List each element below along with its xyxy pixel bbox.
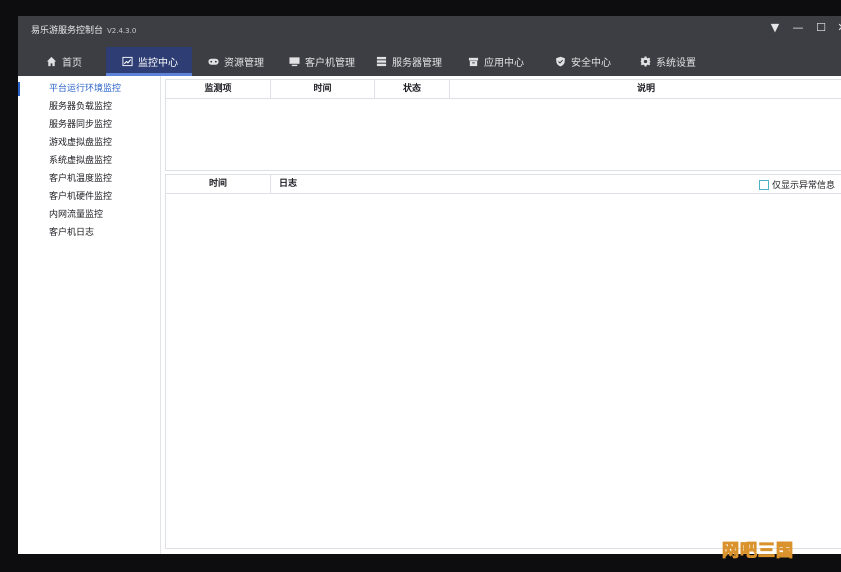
shield-icon (556, 56, 565, 67)
tab-app-center[interactable]: 应用中心 (468, 47, 524, 76)
monitor-icon (289, 57, 300, 67)
column-header-log[interactable]: 日志 (271, 175, 571, 193)
box-icon (468, 57, 479, 67)
tab-security-center-label: 安全中心 (571, 58, 611, 69)
abnormal-only-filter[interactable]: 仅显示异常信息 (758, 178, 835, 191)
monitor-table-header: 监测项 时间 状态 说明 (166, 80, 841, 99)
app-version: V2.4.3.0 (107, 27, 137, 35)
tab-app-center-label: 应用中心 (484, 58, 524, 69)
abnormal-only-label: 仅显示异常信息 (771, 181, 835, 191)
tab-resource-management-label: 资源管理 (224, 58, 264, 69)
gear-icon (640, 56, 651, 67)
log-table-header: 时间 日志 仅显示异常信息 (166, 175, 841, 194)
column-header-status[interactable]: 状态 (375, 80, 450, 98)
tab-home[interactable]: 首页 (46, 47, 82, 76)
maximize-button[interactable]: ☐ (814, 21, 828, 35)
close-button[interactable]: ✕ (835, 21, 841, 35)
main-nav: 首页 监控中心 资源管理 客户机管理 服务器管理 应用中心 安全中心 系统设置 (18, 47, 841, 76)
tab-security-center[interactable]: 安全中心 (555, 47, 611, 76)
sidebar-item-lan-traffic[interactable]: 内网流量监控 (18, 206, 161, 224)
gamepad-icon (208, 58, 219, 65)
menu-dropdown-icon[interactable]: ▼ (768, 21, 782, 35)
sidebar-item-server-sync[interactable]: 服务器同步监控 (18, 116, 161, 134)
tab-monitor-center-label: 监控中心 (138, 58, 178, 69)
sidebar-item-server-load[interactable]: 服务器负载监控 (18, 98, 161, 116)
tab-system-settings[interactable]: 系统设置 (640, 47, 696, 76)
watermark: 网吧三国 (722, 541, 794, 562)
app-title: 易乐游服务控制台 V2.4.3.0 (31, 23, 136, 36)
tab-client-management[interactable]: 客户机管理 (289, 47, 355, 76)
tab-home-label: 首页 (62, 58, 82, 69)
column-header-item[interactable]: 监测项 (166, 80, 271, 98)
sidebar: 平台运行环境监控 服务器负载监控 服务器同步监控 游戏虚拟盘监控 系统虚拟盘监控… (18, 76, 161, 554)
column-header-description[interactable]: 说明 (450, 80, 841, 98)
tab-server-management[interactable]: 服务器管理 (376, 47, 442, 76)
tab-monitor-center[interactable]: 监控中心 (106, 47, 192, 76)
sidebar-item-client-temp[interactable]: 客户机温度监控 (18, 170, 161, 188)
sidebar-item-platform-env[interactable]: 平台运行环境监控 (18, 80, 161, 98)
sidebar-item-client-hardware[interactable]: 客户机硬件监控 (18, 188, 161, 206)
chart-icon (122, 56, 133, 67)
title-bar: 易乐游服务控制台V2.4.3.0 ▼ — ☐ ✕ 首页 监控中心 资源管理 客户… (18, 16, 841, 76)
app-window: 易乐游服务控制台V2.4.3.0 ▼ — ☐ ✕ 首页 监控中心 资源管理 客户… (18, 16, 841, 554)
tab-server-management-label: 服务器管理 (392, 58, 442, 69)
abnormal-only-checkbox[interactable] (758, 179, 769, 190)
app-name: 易乐游服务控制台 (31, 26, 104, 36)
tab-client-management-label: 客户机管理 (305, 58, 355, 69)
column-header-time[interactable]: 时间 (271, 80, 375, 98)
log-table: 时间 日志 仅显示异常信息 (165, 174, 841, 549)
sidebar-item-game-vdisk[interactable]: 游戏虚拟盘监控 (18, 134, 161, 152)
sidebar-item-client-log[interactable]: 客户机日志 (18, 224, 161, 242)
tab-resource-management[interactable]: 资源管理 (208, 47, 264, 76)
monitor-table: 监测项 时间 状态 说明 (165, 79, 841, 171)
server-icon (376, 56, 387, 67)
minimize-button[interactable]: — (791, 21, 805, 35)
column-header-log-time[interactable]: 时间 (166, 175, 271, 193)
home-icon (46, 56, 57, 67)
tab-system-settings-label: 系统设置 (656, 58, 696, 69)
sidebar-item-system-vdisk[interactable]: 系统虚拟盘监控 (18, 152, 161, 170)
